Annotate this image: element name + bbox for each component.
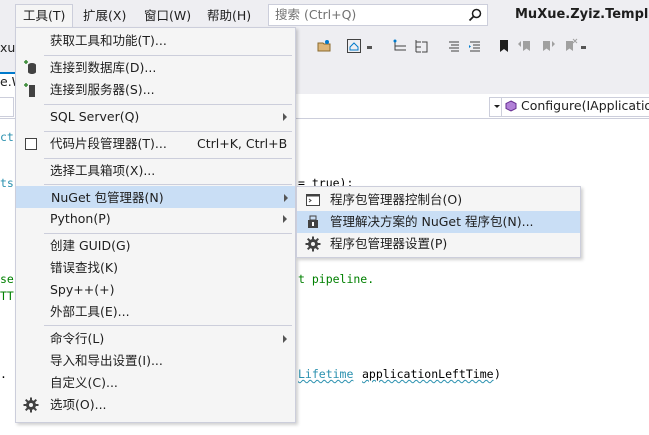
menu-item-package-manager-settings[interactable]: 程序包管理器设置(P) <box>297 233 580 255</box>
menu-window[interactable]: 窗口(W) <box>137 4 198 28</box>
sync-tree-icon[interactable] <box>413 38 429 54</box>
menu-item-label: Python(P) <box>50 211 111 226</box>
menu-item-command-line[interactable]: 命令行(L) <box>16 328 295 350</box>
prev-bookmark-icon[interactable] <box>517 38 533 54</box>
gear-icon <box>23 397 39 413</box>
menu-item-shortcut: Ctrl+K, Ctrl+B <box>197 136 288 151</box>
menu-separator <box>44 233 292 234</box>
tools-menu-dropdown: 获取工具和功能(T)... 连接到数据库(D)... 连接到服务器(S)... … <box>15 27 296 423</box>
menu-item-label: 创建 GUID(G) <box>50 238 131 253</box>
menu-separator <box>44 158 292 159</box>
search-box[interactable]: 搜索 (Ctrl+Q) <box>268 4 488 26</box>
code-line: ) <box>494 367 501 381</box>
menu-item-label: 连接到服务器(S)... <box>50 82 155 97</box>
menu-separator <box>44 325 292 326</box>
menu-item-options[interactable]: 选项(O)... <box>16 394 295 416</box>
menu-separator <box>44 55 292 56</box>
menu-item-label: NuGet 包管理器(N) <box>51 190 164 205</box>
submenu-arrow-icon <box>283 335 287 343</box>
navigation-left-combo[interactable] <box>0 97 14 117</box>
console-icon <box>306 194 320 206</box>
menu-item-label: 代码片段管理器(T)... <box>50 136 167 151</box>
menu-item-external-tools[interactable]: 外部工具(E)... <box>16 301 295 323</box>
format-lines-icon[interactable] <box>446 38 462 54</box>
code-type: Lifetime <box>298 367 354 381</box>
bookmark-icon[interactable] <box>496 38 512 54</box>
menu-item-sql-server[interactable]: SQL Server(Q) <box>16 106 295 128</box>
submenu-arrow-icon <box>283 113 287 121</box>
search-placeholder: 搜索 (Ctrl+Q) <box>275 7 357 22</box>
solution-title: MuXue.Zyiz.Template. <box>515 7 649 22</box>
home-dropdown-chevron-icon[interactable] <box>367 46 372 51</box>
menu-item-label: 自定义(C)... <box>50 375 118 390</box>
menu-item-label: 命令行(L) <box>50 331 105 346</box>
code-identifier: applicationLeftTime <box>362 367 494 381</box>
menu-extensions[interactable]: 扩展(X) <box>76 4 133 28</box>
menu-item-label: SQL Server(Q) <box>50 109 140 124</box>
menu-item-label: 选项(O)... <box>50 397 107 412</box>
menu-item-nuget[interactable]: NuGet 包管理器(N) <box>16 186 295 208</box>
checkbox-icon <box>25 138 37 150</box>
menu-item-snippets-manager[interactable]: 代码片段管理器(T)... Ctrl+K, Ctrl+B <box>16 133 295 155</box>
menu-item-manage-nuget-packages[interactable]: 管理解决方案的 NuGet 程序包(N)... <box>297 211 580 233</box>
navigation-member-text[interactable]: Configure(IApplication <box>521 97 649 115</box>
menu-separator <box>44 184 292 185</box>
menu-item-package-manager-console[interactable]: 程序包管理器控制台(O) <box>297 189 580 211</box>
menu-item-label: 程序包管理器设置(P) <box>330 236 448 251</box>
menu-item-label: 管理解决方案的 NuGet 程序包(N)... <box>330 214 534 229</box>
menu-item-spy[interactable]: Spy++(+) <box>16 279 295 301</box>
menu-item-label: 连接到数据库(D)... <box>50 60 157 75</box>
submenu-arrow-icon <box>283 215 287 223</box>
menu-item-get-tools[interactable]: 获取工具和功能(T)... <box>16 30 295 52</box>
method-cube-icon <box>505 100 517 112</box>
home-icon[interactable] <box>346 38 362 54</box>
server-plus-icon <box>24 83 35 97</box>
code-line: ts <box>0 176 14 190</box>
menu-item-label: 获取工具和功能(T)... <box>50 33 167 48</box>
clear-bookmarks-icon[interactable] <box>562 38 578 54</box>
menu-tools[interactable]: 工具(T) <box>15 4 74 28</box>
menu-item-label: 程序包管理器控制台(O) <box>330 192 463 207</box>
database-plus-icon <box>24 60 36 74</box>
menu-item-label: 错误查找(K) <box>50 260 118 275</box>
next-bookmark-icon[interactable] <box>540 38 556 54</box>
menu-item-label: 选择工具箱项(X)... <box>50 163 156 178</box>
menu-item-create-guid[interactable]: 创建 GUID(G) <box>16 235 295 257</box>
nuget-submenu: 程序包管理器控制台(O) 管理解决方案的 NuGet 程序包(N)... 程序包… <box>296 186 581 258</box>
menu-item-label: 外部工具(E)... <box>50 304 130 319</box>
menu-item-error-lookup[interactable]: 错误查找(K) <box>16 257 295 279</box>
menu-separator <box>44 104 292 105</box>
pin-list-icon[interactable] <box>392 38 408 54</box>
indent-lines-icon[interactable] <box>467 38 483 54</box>
search-icon[interactable] <box>468 8 482 22</box>
gear-icon <box>305 236 321 252</box>
menu-item-connect-database[interactable]: 连接到数据库(D)... <box>16 57 295 79</box>
menu-item-choose-toolbox[interactable]: 选择工具箱项(X)... <box>16 160 295 182</box>
menu-item-connect-server[interactable]: 连接到服务器(S)... <box>16 79 295 101</box>
menu-help[interactable]: 帮助(H) <box>200 4 258 28</box>
menu-item-import-export[interactable]: 导入和导出设置(I)... <box>16 350 295 372</box>
menu-item-label: Spy++(+) <box>50 282 115 297</box>
menu-item-customize[interactable]: 自定义(C)... <box>16 372 295 394</box>
menu-separator <box>44 131 292 132</box>
menu-item-label: 导入和导出设置(I)... <box>50 353 163 368</box>
folder-icon[interactable] <box>316 38 332 54</box>
code-comment: t pipeline. <box>298 272 375 286</box>
package-icon <box>308 215 318 228</box>
toolbar-overflow-chevron-icon[interactable] <box>581 46 586 51</box>
code-comment: se <box>0 272 14 286</box>
submenu-arrow-icon <box>284 194 288 202</box>
menu-item-python[interactable]: Python(P) <box>16 208 295 230</box>
